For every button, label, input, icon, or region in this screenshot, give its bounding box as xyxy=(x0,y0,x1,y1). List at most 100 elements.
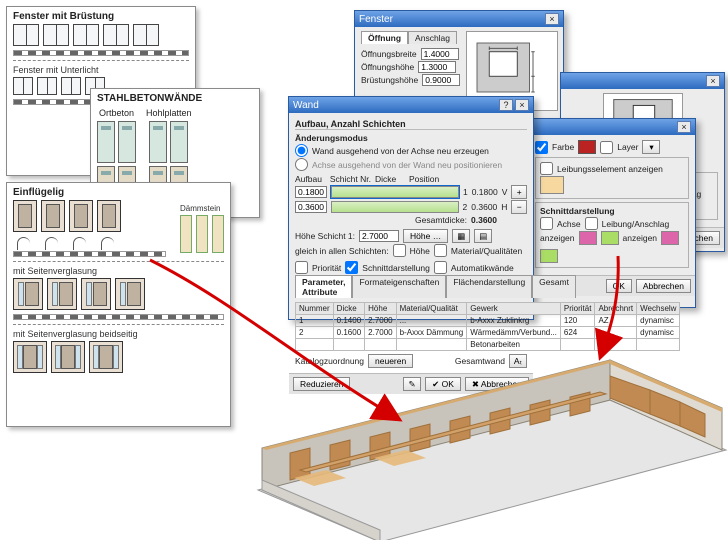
catalog-doors-panel[interactable]: Einflügelig Dämmstein xyxy=(6,182,231,427)
dialog-display-2-titlebar[interactable]: × xyxy=(561,73,724,89)
chk-material[interactable] xyxy=(434,244,447,257)
subtab-gesamt[interactable]: Gesamt xyxy=(532,275,576,298)
catalog-windows-title: Fenster mit Brüstung xyxy=(13,11,189,22)
window-icon[interactable] xyxy=(37,77,57,95)
th-wechsel[interactable]: Wechselw xyxy=(637,303,680,315)
close-icon[interactable]: × xyxy=(677,121,691,133)
window-icon[interactable] xyxy=(73,24,99,46)
lbl-poshdr: Position xyxy=(409,174,439,184)
damm-icon[interactable] xyxy=(196,215,208,253)
pick-surface-button[interactable]: ▦ xyxy=(452,229,470,243)
th-gewerk[interactable]: Gewerk xyxy=(467,303,561,315)
radio-mode-2[interactable] xyxy=(295,158,308,171)
swatch-button[interactable] xyxy=(661,231,679,245)
subtab-flaeche[interactable]: Flächendarstellung xyxy=(446,275,532,298)
inp-height[interactable] xyxy=(359,230,399,242)
th-dicke[interactable]: Dicke xyxy=(333,303,364,315)
dialog-display-1-titlebar[interactable]: × xyxy=(529,119,695,135)
door-2sidelite-icon[interactable] xyxy=(51,341,85,373)
inp-layer-b[interactable] xyxy=(295,201,327,213)
btn-abbrechen[interactable]: Abbrechen xyxy=(636,279,691,293)
pick-hatch-button[interactable]: ▤ xyxy=(474,229,492,243)
door-row xyxy=(13,200,166,232)
door-icon[interactable] xyxy=(13,200,37,232)
inp-hoehe[interactable] xyxy=(418,61,456,73)
lbl-achse: Achse xyxy=(557,219,581,229)
subtab-parameter[interactable]: Parameter, Attribute xyxy=(295,275,352,298)
th-nummer[interactable]: Nummer xyxy=(296,303,334,315)
chk-achse[interactable] xyxy=(540,217,553,230)
divider xyxy=(13,261,224,262)
lbl-schnitt: Schnittdarstellung xyxy=(540,206,684,216)
chk-leibung[interactable] xyxy=(585,217,598,230)
door-row xyxy=(13,278,224,310)
inp-layer-a[interactable] xyxy=(295,186,327,198)
swatch-button[interactable] xyxy=(579,231,597,245)
chk-auto[interactable] xyxy=(434,261,447,274)
chk-layer[interactable] xyxy=(600,141,613,154)
th-hoehe[interactable]: Höhe xyxy=(365,303,396,315)
chk-hoehe[interactable] xyxy=(393,244,406,257)
window-icon[interactable] xyxy=(43,24,69,46)
tab-anschlag[interactable]: Anschlag xyxy=(408,31,457,44)
door-sidelite-icon[interactable] xyxy=(81,278,111,310)
th-abr[interactable]: Abrechnrt xyxy=(595,303,637,315)
texture-button[interactable] xyxy=(540,176,564,194)
dialog-wall-titlebar[interactable]: Wand ? × xyxy=(289,97,533,113)
chk-farbe[interactable] xyxy=(535,141,548,154)
window-icon[interactable] xyxy=(13,24,39,46)
door-2sidelite-icon[interactable] xyxy=(89,341,123,373)
wall-type-icon[interactable] xyxy=(97,121,115,163)
wall-type-icon[interactable] xyxy=(118,121,136,163)
wall-type-icon[interactable] xyxy=(170,121,188,163)
close-icon[interactable]: × xyxy=(545,13,559,25)
catalog-doors-sub1: mit Seitenverglasung xyxy=(13,266,224,276)
door-icon[interactable] xyxy=(69,200,93,232)
lbl-eq-schnitt: Schnittdarstellung xyxy=(362,263,430,273)
dialog-opening-titlebar[interactable]: Fenster × xyxy=(355,11,563,27)
chk-schnitt[interactable] xyxy=(345,261,358,274)
inp-breite[interactable] xyxy=(421,48,459,60)
window-icon[interactable] xyxy=(13,77,33,95)
divider xyxy=(13,324,224,325)
btn-ok[interactable]: OK xyxy=(606,279,632,293)
lbl-anzeigen: anzeigen xyxy=(540,233,575,243)
window-icon[interactable] xyxy=(133,24,159,46)
layer-add-button[interactable]: + xyxy=(511,185,527,199)
dialog-wall[interactable]: Wand ? × Aufbau, Anzahl Schichten Änderu… xyxy=(288,96,534,320)
layer-button[interactable]: ▾ xyxy=(642,140,660,154)
door-icon[interactable] xyxy=(41,200,65,232)
close-icon[interactable]: × xyxy=(515,99,529,111)
lbl-breite: Öffnungsbreite xyxy=(361,49,417,59)
layer-remove-button[interactable]: − xyxy=(511,200,527,214)
layer-bar[interactable] xyxy=(331,186,459,198)
th-material[interactable]: Material/Qualität xyxy=(396,303,467,315)
wall-type-icon[interactable] xyxy=(149,121,167,163)
damm-icon[interactable] xyxy=(212,215,224,253)
door-sidelite-icon[interactable] xyxy=(13,278,43,310)
lbl-eq-priority: Priorität xyxy=(312,263,341,273)
btn-height[interactable]: Höhe … xyxy=(403,229,448,243)
door-sidelite-icon[interactable] xyxy=(47,278,77,310)
chk-leibung-anzeigen[interactable] xyxy=(540,162,553,175)
window-icon[interactable] xyxy=(103,24,129,46)
subtab-format[interactable]: Formateigenschaften xyxy=(352,275,446,298)
swatch-button[interactable] xyxy=(540,249,558,263)
door-sidelite-icon[interactable] xyxy=(115,278,145,310)
damm-icon[interactable] xyxy=(180,215,192,253)
tab-oeffnung[interactable]: Öffnung xyxy=(361,31,408,44)
swatch-button[interactable] xyxy=(601,231,619,245)
chk-priority[interactable] xyxy=(295,261,308,274)
door-frames-row xyxy=(13,314,224,320)
window-icon[interactable] xyxy=(61,77,81,95)
layer-row1-dicke: 0.1800 xyxy=(472,187,498,197)
door-2sidelite-icon[interactable] xyxy=(13,341,47,373)
radio-mode-1[interactable] xyxy=(295,144,308,157)
th-prio[interactable]: Priorität xyxy=(560,303,595,315)
layer-bar[interactable] xyxy=(331,201,459,213)
inp-bruest[interactable] xyxy=(422,74,460,86)
help-icon[interactable]: ? xyxy=(499,99,513,111)
color-swatch-button[interactable] xyxy=(578,140,596,154)
door-icon[interactable] xyxy=(97,200,121,232)
close-icon[interactable]: × xyxy=(706,75,720,87)
